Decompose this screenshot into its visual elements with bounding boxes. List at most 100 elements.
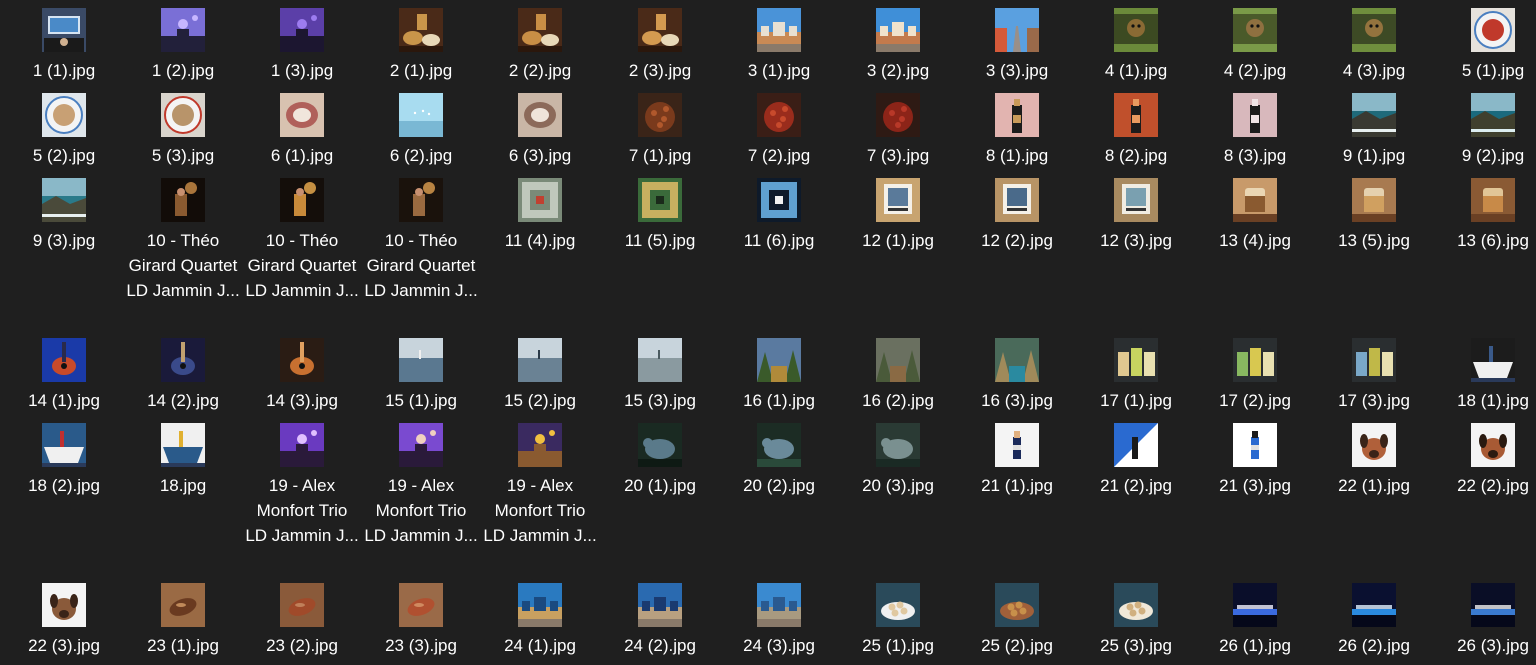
file-thumbnail[interactable]: [280, 93, 324, 137]
file-thumbnail[interactable]: [399, 583, 443, 627]
file-thumbnail[interactable]: [1471, 583, 1515, 627]
file-thumbnail[interactable]: [399, 8, 443, 52]
file-thumbnail[interactable]: [280, 583, 324, 627]
file-thumbnail[interactable]: [995, 338, 1039, 382]
file-thumbnail[interactable]: [161, 338, 205, 382]
file-name: 10 - Théo Girard Quartet LD Jammin J...: [245, 231, 359, 300]
file-name: 20 (2).jpg: [743, 476, 815, 495]
file-thumbnail[interactable]: [638, 93, 682, 137]
file-thumbnail[interactable]: [995, 93, 1039, 137]
file-thumbnail[interactable]: [1233, 583, 1277, 627]
file-thumbnail[interactable]: [1114, 338, 1158, 382]
file-thumbnail[interactable]: [399, 178, 443, 222]
file-thumbnail[interactable]: [518, 178, 562, 222]
file-name: 5 (1).jpg: [1461, 61, 1525, 80]
file-thumbnail[interactable]: [995, 8, 1039, 52]
file-thumbnail[interactable]: [518, 8, 562, 52]
file-thumbnail[interactable]: [42, 178, 86, 222]
file-thumbnail[interactable]: [1233, 8, 1277, 52]
file-name: 18 (1).jpg: [1457, 391, 1529, 410]
file-name: 3 (1).jpg: [747, 61, 811, 80]
file-thumbnail[interactable]: [280, 8, 324, 52]
file-thumbnail[interactable]: [638, 423, 682, 467]
file-thumbnail[interactable]: [1471, 93, 1515, 137]
file-name: 25 (2).jpg: [981, 636, 1053, 655]
file-name: 15 (2).jpg: [504, 391, 576, 410]
file-thumbnail[interactable]: [876, 423, 920, 467]
file-name: 22 (3).jpg: [28, 636, 100, 655]
file-thumbnail[interactable]: [876, 338, 920, 382]
file-thumbnail[interactable]: [757, 423, 801, 467]
file-thumbnail[interactable]: [1352, 338, 1396, 382]
file-thumbnail[interactable]: [399, 93, 443, 137]
file-name: 12 (2).jpg: [981, 231, 1053, 250]
file-thumbnail[interactable]: [1471, 423, 1515, 467]
file-thumbnail[interactable]: [280, 338, 324, 382]
file-thumbnail[interactable]: [1352, 8, 1396, 52]
file-thumbnail[interactable]: [280, 178, 324, 222]
file-thumbnail[interactable]: [42, 8, 86, 52]
file-thumbnail[interactable]: [161, 8, 205, 52]
file-thumbnail[interactable]: [518, 338, 562, 382]
file-thumbnail[interactable]: [1114, 423, 1158, 467]
file-thumbnail[interactable]: [1233, 178, 1277, 222]
file-thumbnail[interactable]: [638, 8, 682, 52]
file-name: 3 (3).jpg: [985, 61, 1049, 80]
file-name: 10 - Théo Girard Quartet LD Jammin J...: [126, 231, 240, 300]
file-thumbnail[interactable]: [876, 583, 920, 627]
file-thumbnail[interactable]: [42, 423, 86, 467]
file-thumbnail[interactable]: [757, 8, 801, 52]
file-thumbnail[interactable]: [1471, 178, 1515, 222]
file-thumbnail[interactable]: [42, 338, 86, 382]
file-name: 8 (2).jpg: [1104, 146, 1168, 165]
file-thumbnail[interactable]: [876, 178, 920, 222]
file-thumbnail[interactable]: [876, 8, 920, 52]
file-thumbnail[interactable]: [1352, 178, 1396, 222]
file-thumbnail[interactable]: [42, 93, 86, 137]
file-thumbnail[interactable]: [1233, 423, 1277, 467]
file-thumbnail[interactable]: [995, 423, 1039, 467]
file-name: 15 (1).jpg: [385, 391, 457, 410]
file-thumbnail[interactable]: [757, 583, 801, 627]
file-thumbnail[interactable]: [757, 93, 801, 137]
file-thumbnail[interactable]: [518, 583, 562, 627]
file-thumbnail[interactable]: [757, 178, 801, 222]
file-thumbnail[interactable]: [1471, 8, 1515, 52]
file-name: 11 (5).jpg: [624, 231, 696, 250]
file-thumbnail[interactable]: [1471, 338, 1515, 382]
file-name: 7 (3).jpg: [866, 146, 930, 165]
file-thumbnail[interactable]: [161, 93, 205, 137]
file-thumbnail[interactable]: [876, 93, 920, 137]
file-thumbnail[interactable]: [1114, 93, 1158, 137]
file-name: 1 (3).jpg: [270, 61, 334, 80]
file-thumbnail[interactable]: [161, 423, 205, 467]
file-thumbnail[interactable]: [1352, 93, 1396, 137]
file-thumbnail[interactable]: [1114, 583, 1158, 627]
file-thumbnail[interactable]: [995, 583, 1039, 627]
file-thumbnail[interactable]: [161, 583, 205, 627]
file-thumbnail[interactable]: [161, 178, 205, 222]
file-thumbnail[interactable]: [1352, 423, 1396, 467]
file-thumbnail[interactable]: [518, 423, 562, 467]
file-name: 5 (3).jpg: [151, 146, 215, 165]
file-thumbnail[interactable]: [757, 338, 801, 382]
file-thumbnail[interactable]: [399, 423, 443, 467]
file-thumbnail[interactable]: [42, 583, 86, 627]
file-name: 8 (1).jpg: [985, 146, 1049, 165]
file-thumbnail[interactable]: [280, 423, 324, 467]
file-thumbnail[interactable]: [995, 178, 1039, 222]
file-name: 7 (2).jpg: [747, 146, 811, 165]
file-thumbnail[interactable]: [1114, 178, 1158, 222]
file-thumbnail[interactable]: [399, 338, 443, 382]
file-thumbnail[interactable]: [1114, 8, 1158, 52]
file-thumbnail[interactable]: [638, 338, 682, 382]
file-name: 24 (2).jpg: [624, 636, 696, 655]
file-name: 17 (1).jpg: [1100, 391, 1172, 410]
file-name: 4 (3).jpg: [1342, 61, 1406, 80]
file-thumbnail[interactable]: [1352, 583, 1396, 627]
file-thumbnail[interactable]: [638, 178, 682, 222]
file-thumbnail[interactable]: [1233, 338, 1277, 382]
file-thumbnail[interactable]: [518, 93, 562, 137]
file-thumbnail[interactable]: [638, 583, 682, 627]
file-thumbnail[interactable]: [1233, 93, 1277, 137]
